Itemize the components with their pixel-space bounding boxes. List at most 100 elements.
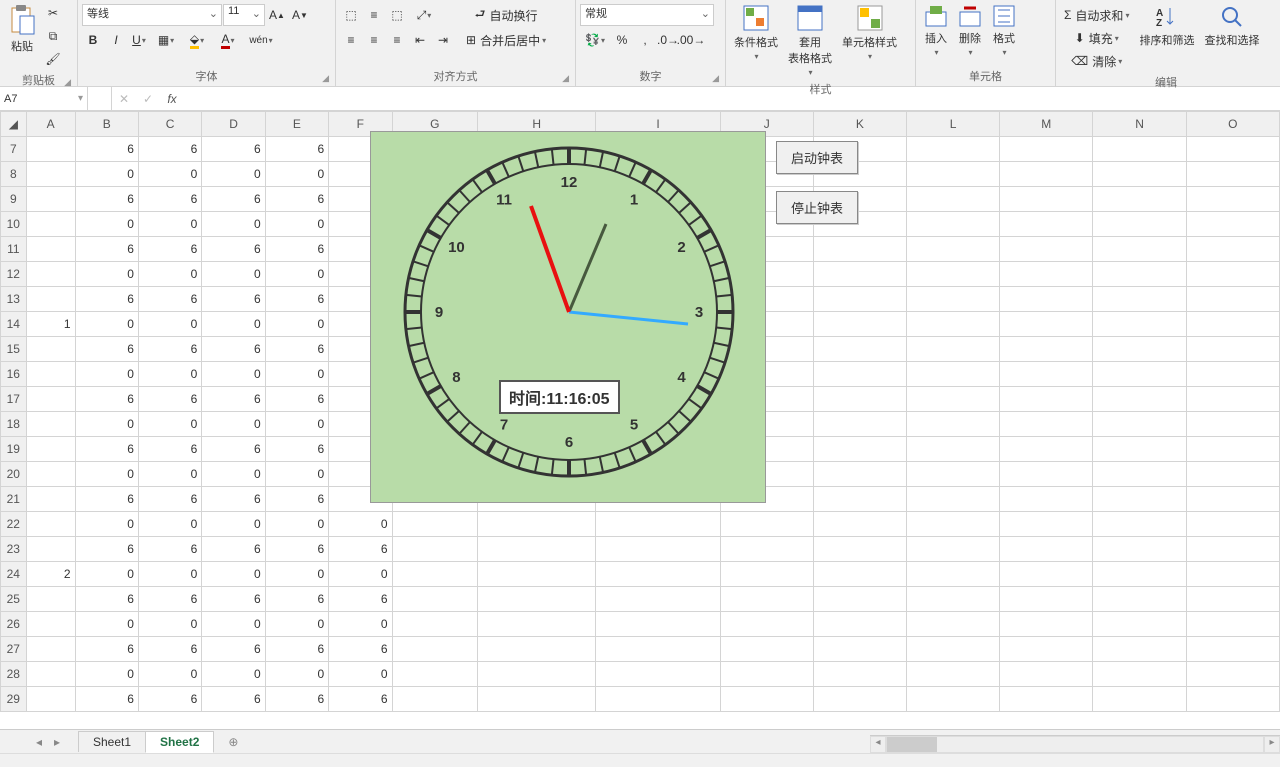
- cell-F26[interactable]: 0: [329, 612, 392, 637]
- cell-J24[interactable]: [720, 562, 813, 587]
- cell-C20[interactable]: 0: [138, 462, 201, 487]
- cell-L10[interactable]: [906, 212, 999, 237]
- align-right-button[interactable]: ≡: [386, 29, 408, 51]
- cell-E7[interactable]: 6: [265, 137, 328, 162]
- orientation-button[interactable]: ⤢▾: [409, 4, 439, 26]
- number-format-combo[interactable]: 常规: [580, 4, 714, 26]
- cell-B22[interactable]: 0: [75, 512, 138, 537]
- col-header-K[interactable]: K: [813, 112, 906, 137]
- cell-E26[interactable]: 0: [265, 612, 328, 637]
- cell-O17[interactable]: [1186, 387, 1279, 412]
- cell-O14[interactable]: [1186, 312, 1279, 337]
- cell-D15[interactable]: 6: [202, 337, 265, 362]
- cell-E17[interactable]: 6: [265, 387, 328, 412]
- cell-A27[interactable]: [26, 637, 75, 662]
- cell-E16[interactable]: 0: [265, 362, 328, 387]
- cell-E19[interactable]: 6: [265, 437, 328, 462]
- row-header-11[interactable]: 11: [1, 237, 27, 262]
- fill-color-button[interactable]: ⬙▾: [182, 29, 212, 51]
- cell-M29[interactable]: [1000, 687, 1093, 712]
- cell-L22[interactable]: [906, 512, 999, 537]
- cell-L27[interactable]: [906, 637, 999, 662]
- align-middle-button[interactable]: ≡: [363, 4, 385, 26]
- cell-E14[interactable]: 0: [265, 312, 328, 337]
- cut-button[interactable]: ✂: [42, 2, 64, 24]
- font-name-combo[interactable]: 等线: [82, 4, 222, 26]
- cell-C15[interactable]: 6: [138, 337, 201, 362]
- cell-O9[interactable]: [1186, 187, 1279, 212]
- cell-B19[interactable]: 6: [75, 437, 138, 462]
- cell-C21[interactable]: 6: [138, 487, 201, 512]
- cell-O11[interactable]: [1186, 237, 1279, 262]
- cell-C7[interactable]: 6: [138, 137, 201, 162]
- delete-button[interactable]: 删除▾: [954, 2, 986, 59]
- row-header-22[interactable]: 22: [1, 512, 27, 537]
- cell-I29[interactable]: [596, 687, 720, 712]
- cell-J29[interactable]: [720, 687, 813, 712]
- cell-N16[interactable]: [1093, 362, 1186, 387]
- cell-C13[interactable]: 6: [138, 287, 201, 312]
- row-header-16[interactable]: 16: [1, 362, 27, 387]
- cell-C22[interactable]: 0: [138, 512, 201, 537]
- cell-D16[interactable]: 0: [202, 362, 265, 387]
- cell-B7[interactable]: 6: [75, 137, 138, 162]
- cell-I22[interactable]: [596, 512, 720, 537]
- phonetic-button[interactable]: wén▾: [244, 29, 278, 51]
- cell-O18[interactable]: [1186, 412, 1279, 437]
- decrease-decimal-button[interactable]: .00→: [680, 29, 702, 51]
- col-header-C[interactable]: C: [138, 112, 201, 137]
- cell-C8[interactable]: 0: [138, 162, 201, 187]
- cell-N28[interactable]: [1093, 662, 1186, 687]
- scroll-right-button[interactable]: ▸: [1264, 736, 1280, 753]
- cell-D26[interactable]: 0: [202, 612, 265, 637]
- row-header-12[interactable]: 12: [1, 262, 27, 287]
- align-center-button[interactable]: ≡: [363, 29, 385, 51]
- cell-B24[interactable]: 0: [75, 562, 138, 587]
- cell-E25[interactable]: 6: [265, 587, 328, 612]
- cell-K18[interactable]: [813, 412, 906, 437]
- cell-A20[interactable]: [26, 462, 75, 487]
- cell-O13[interactable]: [1186, 287, 1279, 312]
- cell-C28[interactable]: 0: [138, 662, 201, 687]
- cancel-formula-button[interactable]: ✕: [112, 87, 136, 110]
- cell-O23[interactable]: [1186, 537, 1279, 562]
- cell-O29[interactable]: [1186, 687, 1279, 712]
- cell-N9[interactable]: [1093, 187, 1186, 212]
- sort-filter-button[interactable]: AZ排序和筛选: [1135, 2, 1198, 50]
- cell-A7[interactable]: [26, 137, 75, 162]
- cell-L16[interactable]: [906, 362, 999, 387]
- scroll-left-button[interactable]: ◂: [870, 736, 886, 753]
- row-header-28[interactable]: 28: [1, 662, 27, 687]
- worksheet-grid[interactable]: ◢ABCDEFGHIJKLMNO766666800000966666100000…: [0, 111, 1280, 731]
- cell-H28[interactable]: [478, 662, 596, 687]
- cell-C17[interactable]: 6: [138, 387, 201, 412]
- cell-E8[interactable]: 0: [265, 162, 328, 187]
- alignment-launcher[interactable]: ◢: [562, 73, 569, 84]
- namebox-dropdown-icon[interactable]: ▾: [78, 93, 83, 104]
- cell-O8[interactable]: [1186, 162, 1279, 187]
- cell-C27[interactable]: 6: [138, 637, 201, 662]
- cell-G23[interactable]: [392, 537, 478, 562]
- cell-I27[interactable]: [596, 637, 720, 662]
- cell-K17[interactable]: [813, 387, 906, 412]
- cell-H26[interactable]: [478, 612, 596, 637]
- row-header-26[interactable]: 26: [1, 612, 27, 637]
- cell-D12[interactable]: 0: [202, 262, 265, 287]
- cell-O28[interactable]: [1186, 662, 1279, 687]
- row-header-10[interactable]: 10: [1, 212, 27, 237]
- cell-E13[interactable]: 6: [265, 287, 328, 312]
- cell-O15[interactable]: [1186, 337, 1279, 362]
- cell-M19[interactable]: [1000, 437, 1093, 462]
- cell-N22[interactable]: [1093, 512, 1186, 537]
- cell-G29[interactable]: [392, 687, 478, 712]
- cell-L17[interactable]: [906, 387, 999, 412]
- cell-F29[interactable]: 6: [329, 687, 392, 712]
- cell-N10[interactable]: [1093, 212, 1186, 237]
- cell-B18[interactable]: 0: [75, 412, 138, 437]
- cell-L29[interactable]: [906, 687, 999, 712]
- cell-M26[interactable]: [1000, 612, 1093, 637]
- cell-K28[interactable]: [813, 662, 906, 687]
- cell-M14[interactable]: [1000, 312, 1093, 337]
- row-header-13[interactable]: 13: [1, 287, 27, 312]
- cell-M17[interactable]: [1000, 387, 1093, 412]
